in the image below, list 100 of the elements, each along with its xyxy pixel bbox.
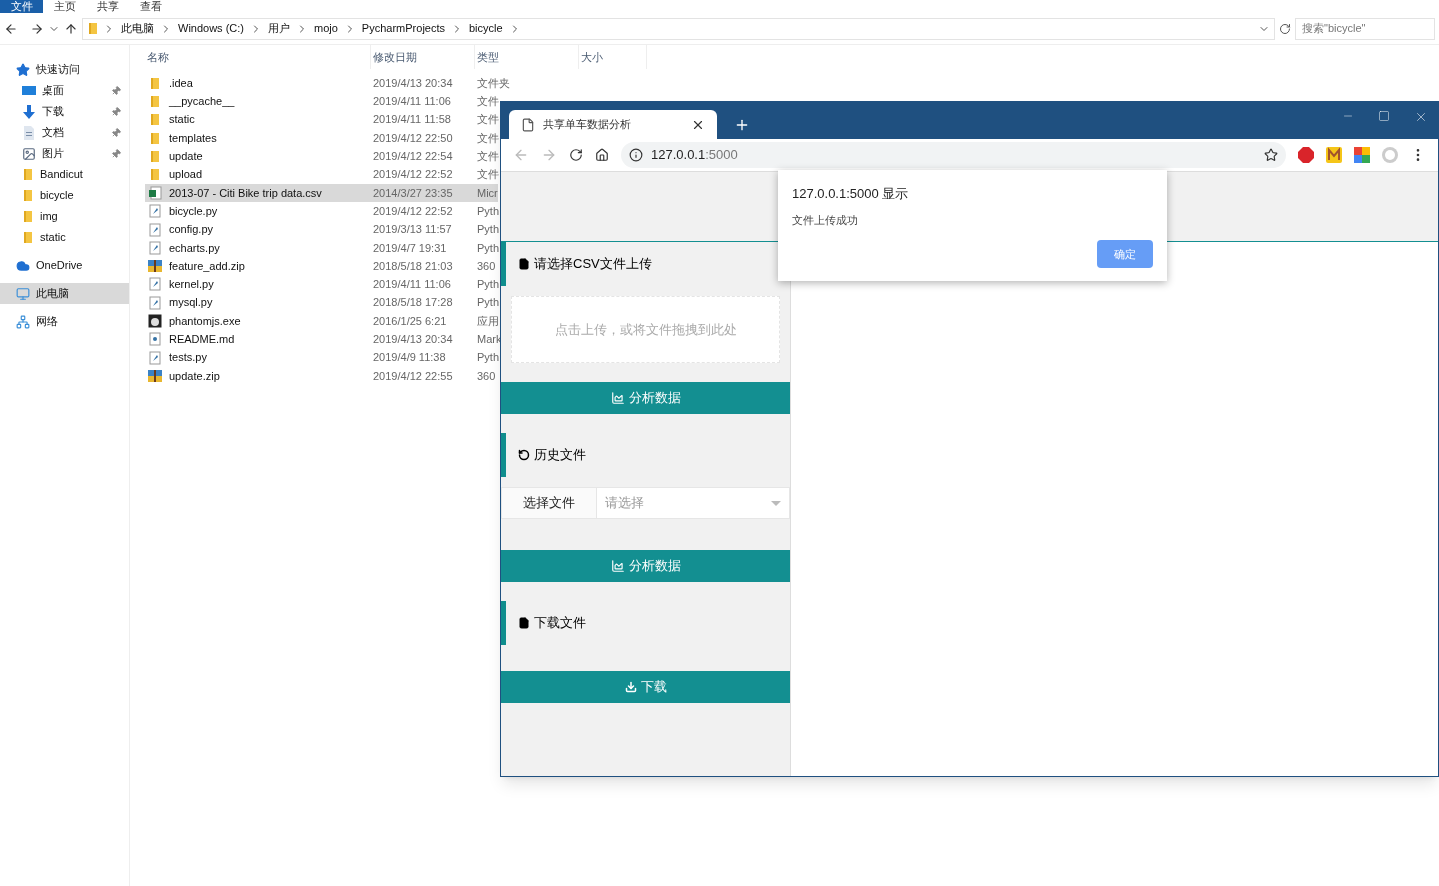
sidebar-item[interactable]: 快速访问 xyxy=(0,59,129,80)
column-header[interactable]: 名称 xyxy=(145,45,371,69)
breadcrumb[interactable]: bicycle xyxy=(467,20,505,37)
action-button[interactable]: 分析数据 xyxy=(501,550,790,582)
breadcrumb[interactable]: 用户 xyxy=(266,20,292,37)
file-row[interactable]: kernel.py 2019/4/11 11:06 Pyth xyxy=(145,275,499,294)
column-header[interactable]: 大小 xyxy=(579,45,647,69)
file-type: Micr xyxy=(476,185,498,201)
file-row[interactable]: 2013-07 - Citi Bike trip data.csv 2014/3/27 23:35 Micr xyxy=(145,183,498,203)
home-icon[interactable] xyxy=(595,148,609,162)
sidebar-item[interactable]: 文档 xyxy=(0,122,129,143)
extension-icon[interactable] xyxy=(1326,147,1342,163)
sidebar-label: 网络 xyxy=(36,314,59,330)
computer-icon xyxy=(16,286,30,301)
file-row[interactable]: .idea 2019/4/13 20:34 文件夹 xyxy=(145,74,510,93)
sidebar-item[interactable]: bicycle xyxy=(0,185,129,206)
file-row[interactable]: update.zip 2019/4/12 22:55 360 xyxy=(145,366,496,386)
file-date: 2019/4/12 22:54 xyxy=(372,149,454,165)
ribbon-tab[interactable]: 共享 xyxy=(86,0,129,13)
file-type: 应用 xyxy=(476,313,499,329)
sidebar-item[interactable]: 桌面 xyxy=(0,80,129,101)
action-button[interactable]: 分析数据 xyxy=(501,382,790,414)
browser-tab[interactable]: 共享单车数据分析 xyxy=(509,110,717,139)
file-date: 2018/5/18 21:03 xyxy=(372,258,454,274)
new-tab-icon[interactable] xyxy=(734,117,750,133)
sidebar-item[interactable]: Bandicut xyxy=(0,164,129,185)
file-type: 360 xyxy=(476,368,496,384)
file-date: 2019/4/9 11:38 xyxy=(372,350,447,366)
python-file-icon xyxy=(148,350,162,365)
breadcrumb[interactable]: 此电脑 xyxy=(119,20,156,37)
archive-icon xyxy=(147,259,163,274)
file-row[interactable]: templates 2019/4/12 22:50 文件 xyxy=(145,128,499,148)
folder-icon xyxy=(149,149,161,163)
sidebar-label: 文档 xyxy=(42,125,65,141)
column-header[interactable]: 修改日期 xyxy=(371,45,475,69)
reload-icon[interactable] xyxy=(569,148,583,162)
url-text: 127.0.0.1:5000 xyxy=(651,146,739,165)
file-name: update xyxy=(169,149,203,165)
sidebar-item[interactable]: 此电脑 xyxy=(0,283,129,304)
network-icon xyxy=(16,314,30,329)
close-icon[interactable] xyxy=(1414,110,1428,124)
up-icon[interactable] xyxy=(64,21,78,36)
file-row[interactable]: tests.py 2019/4/9 11:38 Pyth xyxy=(145,348,499,367)
ribbon-tab[interactable]: 查看 xyxy=(129,0,172,13)
file-date: 2019/4/12 22:52 xyxy=(372,167,454,183)
file-row[interactable]: echarts.py 2019/4/7 19:31 Pyth xyxy=(145,238,499,257)
breadcrumb[interactable]: Windows (C:) xyxy=(176,20,246,37)
file-name: echarts.py xyxy=(169,240,220,256)
sidebar-item[interactable]: img xyxy=(0,206,129,227)
folder-icon xyxy=(22,210,34,223)
bookmark-icon[interactable] xyxy=(1264,148,1278,162)
stop-sign-icon[interactable] xyxy=(1298,147,1314,163)
breadcrumb[interactable]: PycharmProjects xyxy=(359,20,447,37)
sidebar-item[interactable]: static xyxy=(0,227,129,248)
action-button[interactable]: 下载 xyxy=(501,671,790,703)
sidebar-item[interactable]: OneDrive xyxy=(0,255,129,276)
python-file-icon xyxy=(148,295,162,310)
file-row[interactable]: update 2019/4/12 22:54 文件 xyxy=(145,147,499,166)
dialog-message: 文件上传成功 xyxy=(792,212,859,228)
maximize-icon[interactable] xyxy=(1378,110,1390,122)
python-file-icon xyxy=(148,277,162,292)
back-icon[interactable] xyxy=(4,21,18,36)
address-bar[interactable]: 此电脑 Windows (C:) 用户 mojo PycharmProjects bicycle xyxy=(82,17,1275,40)
file-row[interactable]: static 2019/4/11 11:58 文件 xyxy=(145,110,499,129)
column-header[interactable]: 类型 xyxy=(475,45,579,69)
forward-icon[interactable] xyxy=(30,21,44,36)
file-row[interactable]: upload 2019/4/12 22:52 文件 xyxy=(145,165,499,184)
file-name: templates xyxy=(169,130,217,146)
sidebar-item[interactable]: 图片 xyxy=(0,143,129,164)
search-field[interactable]: 搜索"bicycle" xyxy=(1295,17,1435,40)
file-type: Pyth xyxy=(476,350,499,366)
ribbon-tab[interactable]: 主页 xyxy=(43,0,86,13)
chart-icon xyxy=(610,559,625,573)
file-row[interactable]: feature_add.zip 2018/5/18 21:03 360 xyxy=(145,256,496,276)
breadcrumb[interactable]: mojo xyxy=(312,20,340,37)
file-type: Mark xyxy=(476,332,502,348)
file-row[interactable]: mysql.py 2018/5/18 17:28 Pyth xyxy=(145,293,499,312)
file-name: kernel.py xyxy=(169,277,214,293)
file-row[interactable]: bicycle.py 2019/4/12 22:52 Pyth xyxy=(145,202,499,221)
spreadsheet-file-icon xyxy=(148,185,162,200)
folder-icon xyxy=(149,113,161,127)
sidebar-label: 快速访问 xyxy=(36,62,81,78)
sidebar-label: bicycle xyxy=(40,188,75,204)
file-row[interactable]: config.py 2019/3/13 11:57 Pyth xyxy=(145,220,499,239)
file-row[interactable]: README.md 2019/4/13 20:34 Mark xyxy=(145,330,502,349)
search-input[interactable]: 搜索"bicycle" xyxy=(1302,20,1428,37)
file-type: 文件 xyxy=(476,130,499,146)
ribbon-tab[interactable]: 文件 xyxy=(0,0,43,13)
folder-icon xyxy=(149,76,161,90)
chart-icon xyxy=(610,391,625,405)
file-row[interactable]: __pycache__ 2019/4/11 11:06 文件 xyxy=(145,92,499,111)
file-name: config.py xyxy=(169,222,214,238)
file-name: static xyxy=(169,112,195,128)
file-name: __pycache__ xyxy=(169,94,235,110)
file-type: Pyth xyxy=(476,295,499,311)
refresh-icon[interactable] xyxy=(1279,22,1291,35)
file-row[interactable]: phantomjs.exe 2016/1/25 6:21 应用 xyxy=(145,311,499,331)
address-bar[interactable]: 127.0.0.1:5000 xyxy=(621,142,1286,168)
sidebar-item[interactable]: 下载 xyxy=(0,101,129,122)
sidebar-item[interactable]: 网络 xyxy=(0,311,129,332)
